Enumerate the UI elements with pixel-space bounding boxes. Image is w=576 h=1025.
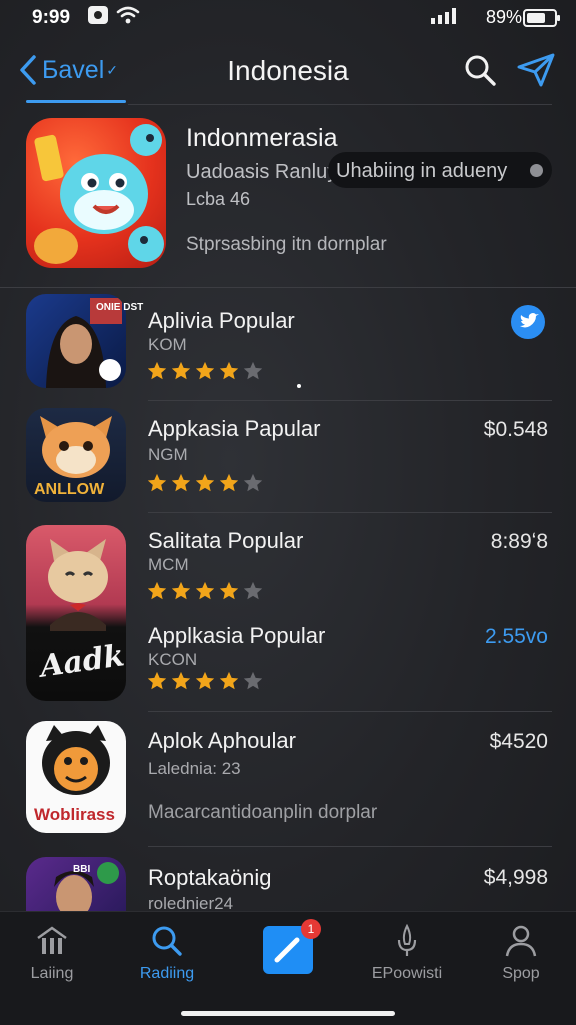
search-icon[interactable] — [463, 53, 497, 87]
nav-divider — [128, 104, 552, 105]
app-category: KOM — [148, 335, 187, 354]
star-filled-icon — [147, 671, 167, 690]
rating-stars — [146, 360, 264, 382]
featured-subtitle: Uadoasis Ranluy — [186, 161, 338, 183]
row-divider — [148, 846, 552, 847]
person-icon — [505, 925, 537, 957]
edit-mark-icon: ✓ — [106, 61, 119, 78]
star-filled-icon — [195, 473, 215, 492]
app-category: MCM — [148, 555, 189, 574]
camera-icon — [88, 6, 108, 24]
star-filled-icon — [171, 581, 191, 600]
back-label: Бavel — [42, 55, 105, 84]
home-indicator — [181, 1011, 395, 1016]
battery-percent: 89% — [486, 7, 523, 27]
featured-title: Indonmerasia — [186, 124, 338, 152]
rating-stars — [146, 580, 264, 602]
row-divider — [148, 711, 552, 712]
star-filled-icon — [219, 671, 239, 690]
battery-icon — [523, 9, 560, 27]
featured-pill-label: Uhabiing in adueny — [336, 160, 508, 182]
mascot-artwork-icon — [34, 124, 164, 264]
send-icon[interactable] — [516, 52, 556, 88]
twitter-share-button[interactable] — [511, 305, 545, 339]
tab-label: EPoowisti — [371, 965, 443, 982]
section-divider — [0, 287, 576, 288]
rating-stars — [146, 472, 264, 494]
search-icon — [152, 926, 182, 956]
app-name[interactable]: Roptakaönig — [148, 865, 272, 891]
page-dot — [297, 384, 301, 388]
star-filled-icon — [171, 671, 191, 690]
star-filled-icon — [195, 361, 215, 380]
app-category: NGM — [148, 445, 188, 464]
app-icon-label: Woblirass — [34, 805, 115, 824]
rating-stars — [146, 670, 264, 692]
app-name[interactable]: Salitata Popular — [148, 528, 303, 554]
star-empty-icon — [243, 671, 263, 690]
app-name[interactable]: Applkasia Popular — [148, 623, 325, 649]
star-filled-icon — [195, 671, 215, 690]
app-name[interactable]: Aplivia Popular — [148, 308, 295, 334]
app-price[interactable]: $0.548 — [428, 418, 548, 442]
status-time: 9:99 — [32, 7, 71, 28]
notification-badge: 1 — [301, 919, 321, 939]
signal-icon — [431, 8, 456, 24]
star-filled-icon — [219, 581, 239, 600]
featured-meta: Lcba 46 — [186, 189, 251, 209]
app-price[interactable]: $4,998 — [428, 866, 548, 890]
app-name[interactable]: Appkasia Papular — [148, 416, 320, 442]
tab-podcasts[interactable]: EPoowisti — [357, 923, 457, 983]
app-description: Macarcantidoanplin dorplar — [148, 802, 378, 823]
row-divider — [148, 512, 552, 513]
pill-dot-icon — [530, 164, 543, 177]
featured-app-icon[interactable] — [26, 118, 166, 268]
star-filled-icon — [147, 473, 167, 492]
app-category: KCON — [148, 650, 198, 669]
tab-search[interactable]: Radiing — [117, 924, 217, 983]
star-filled-icon — [219, 473, 239, 492]
chevron-left-icon — [20, 55, 36, 85]
star-filled-icon — [147, 581, 167, 600]
app-price[interactable]: 8:89ʻ8 — [428, 530, 548, 554]
featured-description: Stprsasbing itn dornplar — [186, 234, 387, 255]
back-button[interactable]: Бavel ✓ — [18, 52, 118, 88]
wifi-icon — [116, 6, 140, 24]
star-filled-icon — [195, 581, 215, 600]
star-empty-icon — [243, 473, 263, 492]
back-underline — [26, 100, 126, 103]
star-filled-icon — [147, 361, 167, 380]
star-filled-icon — [171, 361, 191, 380]
app-category: Lalednia: 23 — [148, 759, 241, 778]
star-empty-icon — [243, 581, 263, 600]
app-icon-label: BBI — [73, 864, 91, 875]
app-name[interactable]: Aplok Aphoular — [148, 728, 296, 754]
app-price[interactable]: $4520 — [428, 730, 548, 754]
star-filled-icon — [219, 361, 239, 380]
tab-label: Laiing — [30, 965, 74, 982]
tab-label: Radiing — [139, 965, 195, 982]
app-icon-label: ANLLOW — [34, 481, 105, 498]
star-empty-icon — [243, 361, 263, 380]
app-icon-label: ONIE DST — [96, 302, 144, 313]
microphone-icon — [397, 923, 417, 956]
tab-label: Spop — [502, 965, 540, 982]
tab-profile[interactable]: Spop — [471, 924, 571, 983]
library-icon — [37, 926, 67, 954]
star-filled-icon — [171, 473, 191, 492]
bird-icon — [520, 312, 539, 328]
status-bar: 9:99 89% — [0, 0, 576, 34]
app-price[interactable]: 2.55vo — [428, 625, 548, 649]
tab-library[interactable]: Laiing — [2, 924, 102, 983]
row-divider — [148, 400, 552, 401]
